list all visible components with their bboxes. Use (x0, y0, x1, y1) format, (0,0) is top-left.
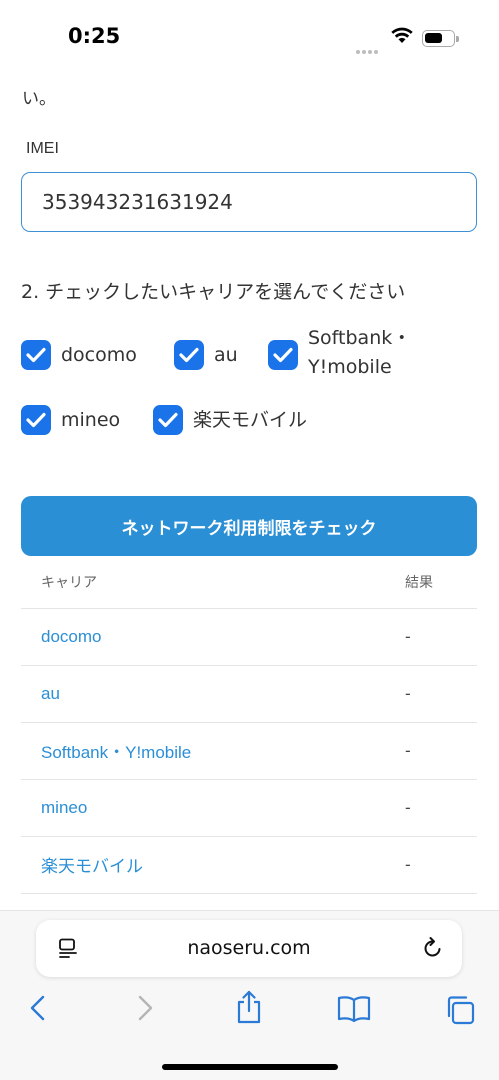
carrier-link[interactable]: Softbank・Y!mobile (21, 722, 361, 780)
share-icon[interactable] (234, 989, 264, 1030)
checkbox-label-line2: Y!mobile (308, 356, 392, 378)
checkbox-label: mineo (61, 409, 121, 431)
carrier-link[interactable]: docomo (21, 608, 361, 666)
checkbox-checked-icon[interactable] (174, 340, 204, 370)
tabs-icon[interactable] (444, 994, 476, 1031)
forward-icon[interactable] (134, 993, 156, 1028)
bookmarks-icon[interactable] (337, 995, 371, 1028)
battery-icon (422, 30, 459, 47)
table-row: docomo - (21, 608, 477, 666)
result-cell: - (361, 722, 477, 780)
checkbox-mineo[interactable]: mineo (21, 405, 120, 435)
header-carrier: キャリア (21, 556, 361, 609)
checkbox-checked-icon[interactable] (268, 340, 298, 370)
checkbox-label: 楽天モバイル (193, 409, 308, 431)
status-time: 0:25 (68, 24, 121, 48)
checkbox-checked-icon[interactable] (21, 405, 51, 435)
status-bar: 0:25 (0, 0, 499, 62)
result-cell: - (361, 665, 477, 723)
check-network-restriction-button[interactable]: ネットワーク利用制限をチェック (21, 496, 477, 556)
back-icon[interactable] (27, 993, 49, 1028)
imei-input[interactable] (21, 172, 477, 232)
checkbox-checked-icon[interactable] (21, 340, 51, 370)
checkbox-docomo[interactable]: docomo (21, 340, 137, 370)
checkbox-label-line1: Softbank・ (308, 327, 412, 349)
checkbox-softbank[interactable]: Softbank・ Y!mobile (268, 327, 411, 382)
wifi-icon (391, 27, 413, 49)
cut-off-text: い。 (22, 89, 56, 108)
result-cell: - (361, 608, 477, 666)
table-row: 楽天モバイル - (21, 836, 477, 894)
table-header-row: キャリア 結果 (21, 556, 477, 609)
checkbox-au[interactable]: au (174, 340, 238, 370)
reload-icon[interactable] (422, 936, 444, 965)
imei-label: IMEI (26, 140, 59, 157)
cellular-signal-icon (356, 41, 382, 54)
result-table: キャリア 結果 docomo - au - Softbank・Y!mobile … (21, 556, 477, 894)
carrier-link[interactable]: mineo (21, 779, 361, 837)
carrier-link[interactable]: 楽天モバイル (21, 836, 361, 894)
home-indicator (162, 1064, 338, 1070)
checkbox-label: Softbank・ Y!mobile (308, 324, 411, 382)
result-cell: - (361, 779, 477, 837)
table-row: Softbank・Y!mobile - (21, 722, 477, 780)
table-row: mineo - (21, 779, 477, 837)
carrier-section-title: 2. チェックしたいキャリアを選んでください (21, 281, 406, 303)
address-bar[interactable]: naoseru.com (36, 920, 462, 977)
result-cell: - (361, 836, 477, 894)
carrier-link[interactable]: au (21, 665, 361, 723)
header-result: 結果 (361, 556, 477, 609)
checkbox-label: docomo (61, 344, 137, 366)
url-text[interactable]: naoseru.com (36, 937, 462, 959)
checkbox-checked-icon[interactable] (153, 405, 183, 435)
table-row: au - (21, 665, 477, 723)
checkbox-rakuten[interactable]: 楽天モバイル (153, 405, 307, 435)
checkbox-label: au (214, 344, 238, 366)
